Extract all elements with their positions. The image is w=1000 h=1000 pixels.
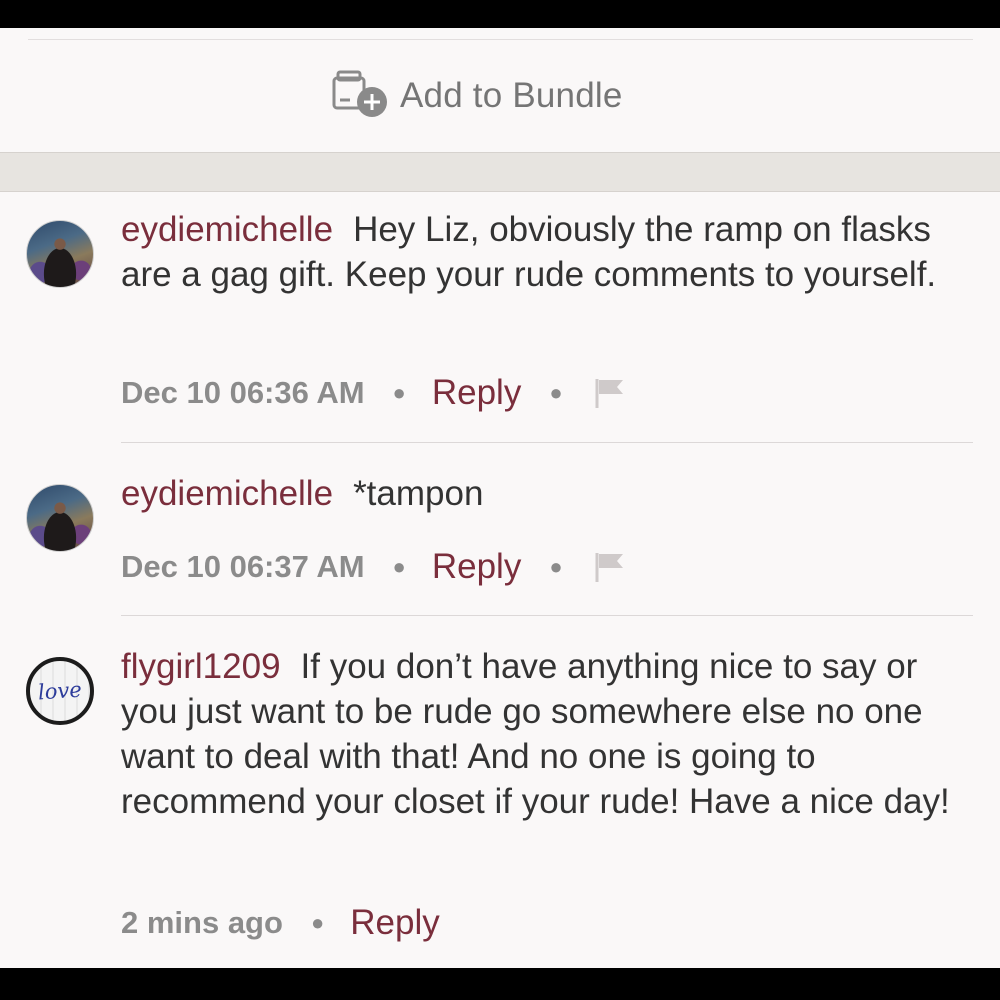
reply-button[interactable]: Reply [350,903,439,943]
comment-body: flygirl1209 If you don’t have anything ni… [121,644,971,824]
comment-body: eydiemichelle Hey Liz, obviously the ramp… [121,207,971,297]
comment-meta: 2 mins ago ● Reply [121,898,440,948]
avatar-love-text: love [37,677,83,705]
add-to-bundle-label: Add to Bundle [400,76,623,115]
avatar[interactable]: love [26,657,94,725]
separator-dot: ● [549,380,563,405]
separator-dot: ● [392,554,406,579]
comment-meta: Dec 10 06:37 AM ● Reply ● [121,542,627,592]
comment-text: *tampon [353,474,484,513]
comment-timestamp: 2 mins ago [121,905,283,940]
comment-timestamp: Dec 10 06:36 AM [121,375,365,410]
comment-username[interactable]: eydiemichelle [121,474,333,513]
comment-body: eydiemichelle *tampon [121,471,971,516]
flag-icon[interactable] [593,550,627,584]
divider [28,39,973,40]
bottom-black-bar [0,968,1000,1000]
comment-meta: Dec 10 06:36 AM ● Reply ● [121,368,627,418]
flag-icon[interactable] [593,376,627,410]
divider [121,615,973,616]
add-to-bundle-button[interactable]: Add to Bundle [330,68,623,124]
separator-dot: ● [549,554,563,579]
reply-button[interactable]: Reply [432,373,521,413]
comment-username[interactable]: flygirl1209 [121,647,281,686]
divider [121,442,973,443]
section-divider [0,152,1000,192]
avatar[interactable] [26,484,94,552]
comment-timestamp: Dec 10 06:37 AM [121,549,365,584]
add-to-bundle-icon [330,68,388,125]
comment-username[interactable]: eydiemichelle [121,210,333,249]
reply-button[interactable]: Reply [432,547,521,587]
comments-page: Add to Bundle eydiemichelle Hey Liz, obvi… [0,28,1000,968]
bundle-section: Add to Bundle [0,28,1000,152]
separator-dot: ● [392,380,406,405]
screen: Add to Bundle eydiemichelle Hey Liz, obvi… [0,0,1000,1000]
avatar[interactable] [26,220,94,288]
separator-dot: ● [310,910,325,935]
top-black-bar [0,0,1000,28]
